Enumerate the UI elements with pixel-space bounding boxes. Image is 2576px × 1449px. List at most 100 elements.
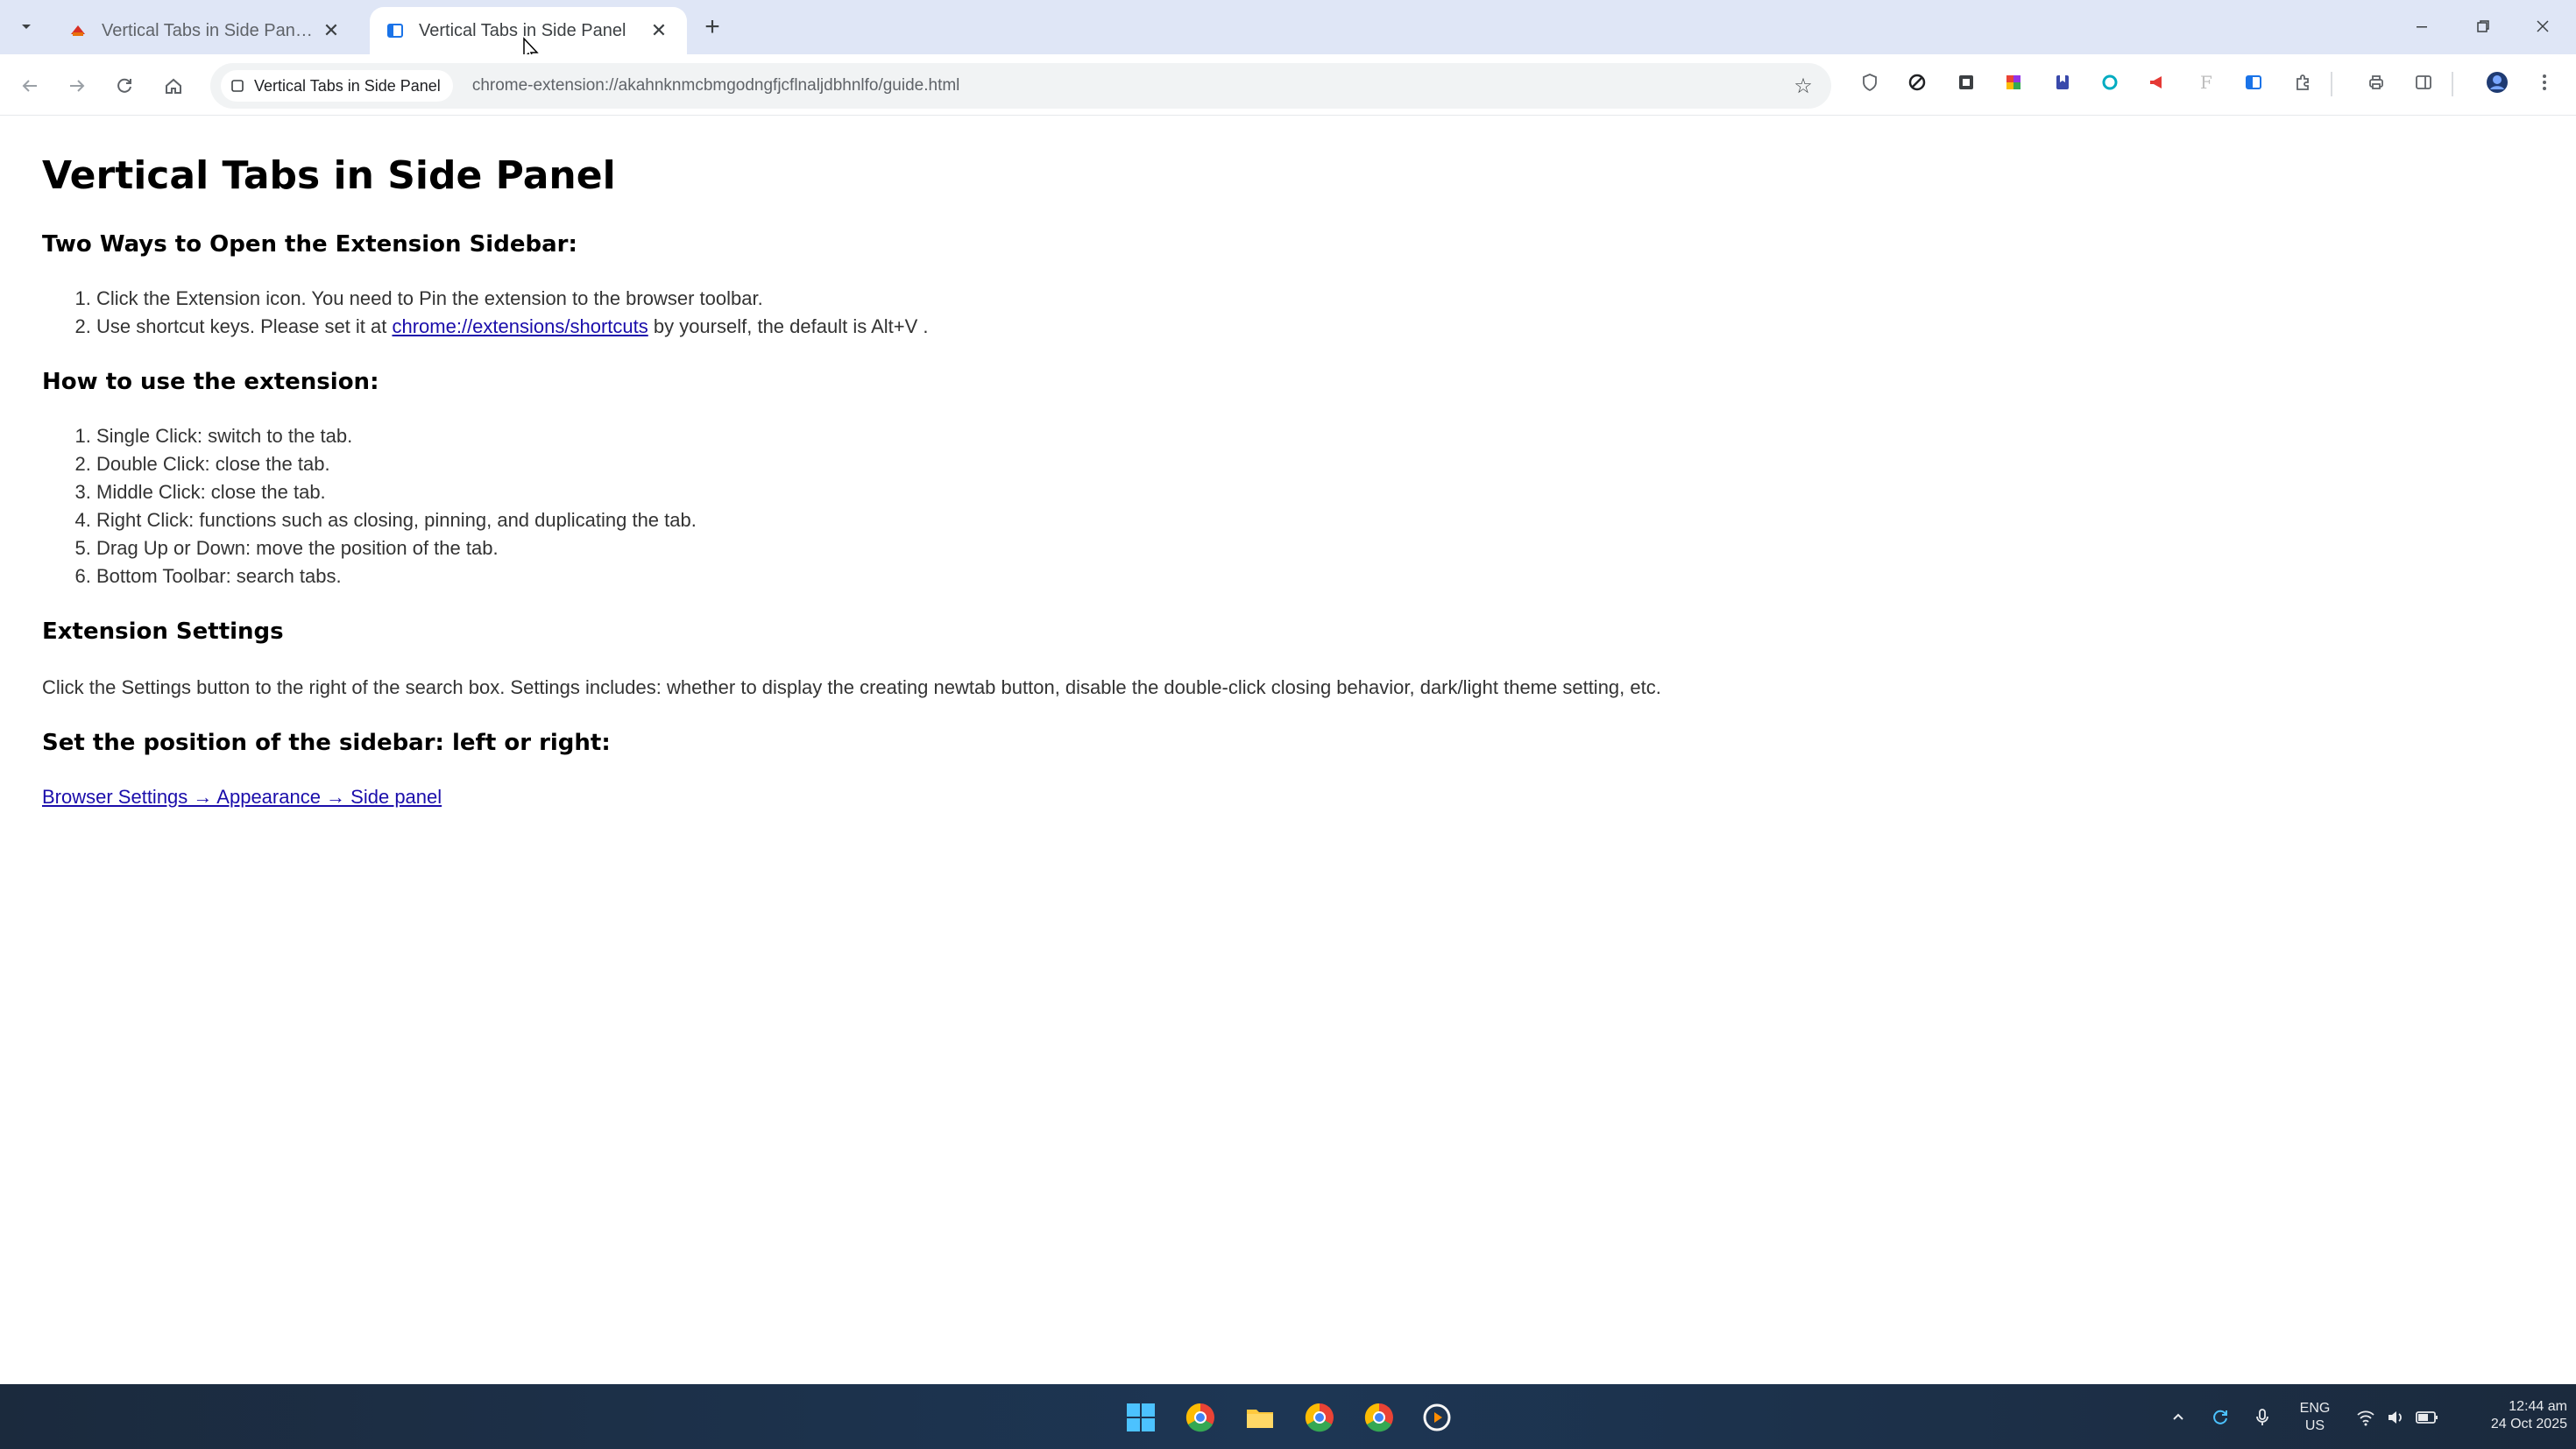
close-icon [2537,20,2549,32]
clock-date: 24 Oct 2025 [2490,1417,2567,1431]
settings-description: Click the Settings button to the right o… [42,676,1661,699]
grid-extension-icon[interactable] [1954,70,1978,95]
bookmark-button[interactable]: ☆ [1791,74,1815,98]
menu-button[interactable] [2532,70,2557,95]
play-circle-icon [1423,1403,1451,1431]
back-button[interactable] [14,70,46,102]
chrome-web-store-icon [68,21,88,40]
microphone-icon [2256,1409,2268,1425]
minimize-button[interactable] [2401,9,2443,44]
shortcuts-link[interactable]: chrome://extensions/shortcuts [392,315,648,337]
how-to-use-list: Single Click: switch to the tab. Double … [42,422,1970,590]
section-heading-settings: Extension Settings [42,618,284,646]
wifi-icon [2357,1410,2374,1426]
list-item-text: Use shortcut keys. Please set it at [96,315,393,337]
volume-tray-icon[interactable] [2381,1403,2410,1431]
section-heading-how-to-use: How to use the extension: [42,368,379,395]
microphone-tray-icon[interactable] [2248,1403,2276,1431]
wifi-tray-icon[interactable] [2352,1403,2380,1431]
chrome-icon [1185,1403,1214,1432]
font-extension-icon[interactable]: F [2194,70,2219,95]
home-icon [166,78,181,94]
list-item: Click the Extension icon. You need to Pi… [96,285,1970,313]
vertical-tabs-extension-icon [386,21,405,40]
tab-search-button[interactable] [12,12,40,40]
chrome-icon [1364,1403,1393,1432]
toolbar-divider [2452,72,2453,96]
bookmark-extension-icon[interactable] [2050,70,2075,95]
url-text[interactable]: chrome-extension://akahnknmcbmgodngfjcfl… [472,76,960,95]
clock[interactable]: 12:44 am 24 Oct 2025 [2453,1398,2567,1433]
clock-time: 12:44 am [2509,1399,2567,1414]
site-chip-label: Vertical Tabs in Side Panel [254,76,441,95]
taskbar-app-chrome[interactable] [1300,1398,1339,1437]
list-item: Right Click: functions such as closing, … [96,506,1970,534]
chrome-icon [1305,1403,1334,1432]
tab-strip: Vertical Tabs in Side Panel - Ch ✕ Verti… [0,0,2576,54]
list-item-text: by yourself, the default is Alt+V . [648,315,929,337]
arrow-left-icon [22,80,37,92]
show-hidden-icons-button[interactable] [2164,1403,2192,1431]
color-extension-icon[interactable] [2001,70,2026,95]
block-extension-icon[interactable] [1905,70,1929,95]
list-item: Double Click: close the tab. [96,450,1970,478]
restore-button[interactable] [2462,9,2504,44]
vertical-tabs-toolbar-icon[interactable] [2241,70,2266,95]
side-panel-icon[interactable] [2411,70,2436,95]
taskbar-app-file-explorer[interactable] [1241,1398,1279,1437]
page-title: Vertical Tabs in Side Panel [42,153,616,198]
toolbar-divider [2331,72,2332,96]
list-item: Use shortcut keys. Please set it at chro… [96,313,1970,341]
language-code: ENG [2299,1401,2331,1416]
tab-title: Vertical Tabs in Side Panel - Ch [102,20,319,40]
open-sidebar-list: Click the Extension icon. You need to Pi… [42,285,1970,341]
forward-button[interactable] [61,70,93,102]
close-window-button[interactable] [2522,9,2564,44]
page-content: Vertical Tabs in Side Panel Two Ways to … [42,153,1970,809]
list-item: Single Click: switch to the tab. [96,422,1970,450]
windows-logo-icon [1127,1403,1155,1431]
folder-icon [1247,1410,1273,1428]
extension-page-icon [230,78,245,94]
side-panel-settings-link[interactable]: Browser Settings → Appearance → Side pan… [42,786,442,809]
list-item: Bottom Toolbar: search tabs. [96,562,1970,590]
section-heading-open-sidebar: Two Ways to Open the Extension Sidebar: [42,230,577,258]
tab-close-button[interactable]: ✕ [319,18,343,43]
reload-button[interactable] [109,70,140,102]
site-info-chip[interactable]: Vertical Tabs in Side Panel [221,70,453,102]
tab-close-button[interactable]: ✕ [647,18,671,43]
restore-icon [2477,20,2489,32]
chevron-down-icon [22,25,31,29]
megaphone-extension-icon[interactable] [2145,70,2169,95]
taskbar-app-chrome-dev[interactable] [1181,1398,1220,1437]
avatar[interactable] [2485,70,2509,95]
tab-inactive[interactable]: Vertical Tabs in Side Panel - Ch ✕ [53,7,359,54]
new-tab-button[interactable]: + [697,12,727,42]
print-icon[interactable] [2364,70,2388,95]
refresh-icon [2213,1410,2227,1424]
battery-tray-icon[interactable] [2413,1403,2441,1431]
minimize-icon [2417,26,2427,28]
arrow-right-icon [70,80,85,92]
battery-icon [2416,1411,2438,1424]
language-indicator[interactable]: ENG US [2296,1400,2334,1435]
extensions-puzzle-icon[interactable] [2290,70,2315,95]
speaker-icon [2388,1411,2402,1424]
taskbar-app-media-player[interactable] [1418,1398,1456,1437]
taskbar-app-chrome-active[interactable] [1360,1398,1398,1437]
taskbar: ENG US 12:44 am 24 Oct 2025 [0,1384,2576,1449]
shield-extension-icon[interactable] [1858,70,1882,95]
list-item: Drag Up or Down: move the position of th… [96,534,1970,562]
sync-extension-icon[interactable] [2098,70,2122,95]
list-item: Middle Click: close the tab. [96,478,1970,506]
region-code: US [2304,1418,2325,1433]
start-button[interactable] [1122,1398,1160,1437]
sync-tray-icon[interactable] [2206,1403,2234,1431]
home-button[interactable] [158,70,189,102]
plus-icon: + [704,12,720,41]
star-icon: ☆ [1794,74,1813,98]
reload-icon [117,78,131,93]
address-bar[interactable]: Vertical Tabs in Side Panel chrome-exten… [210,63,1831,109]
chevron-up-icon [2173,1413,2183,1420]
section-heading-sidebar-position: Set the position of the sidebar: left or… [42,730,611,757]
